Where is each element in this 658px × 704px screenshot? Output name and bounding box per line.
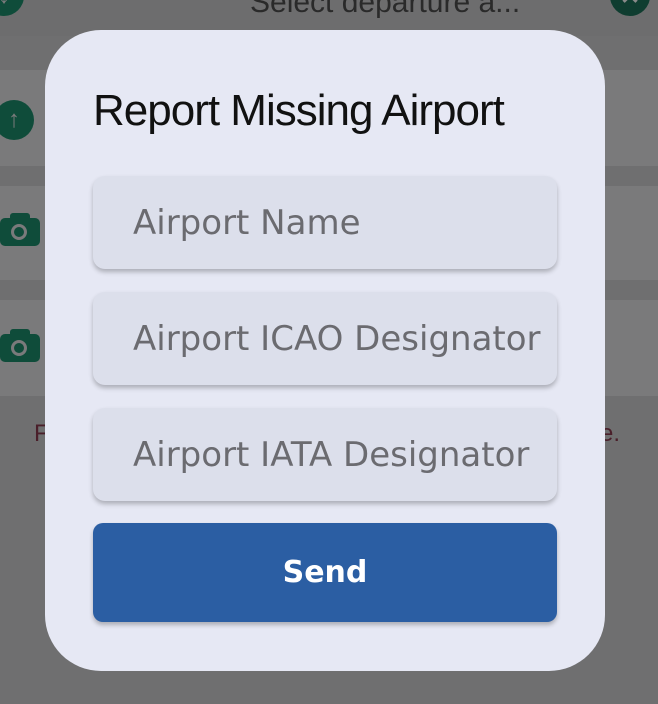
departure-select-text: Select departure a... [250,0,521,19]
airport-iata-input[interactable] [93,408,557,501]
dialog-title: Report Missing Airport [93,86,505,135]
airport-name-field[interactable] [93,176,557,269]
camera-icon [0,328,40,364]
airport-icao-field[interactable] [93,292,557,385]
send-button-label: Send [282,555,368,590]
airport-icao-input[interactable] [93,292,557,385]
report-missing-airport-dialog: Report Missing Airport Send [45,30,605,671]
send-button[interactable]: Send [93,523,557,622]
camera-icon [0,212,40,248]
airport-iata-field[interactable] [93,408,557,501]
airport-name-input[interactable] [93,176,557,269]
